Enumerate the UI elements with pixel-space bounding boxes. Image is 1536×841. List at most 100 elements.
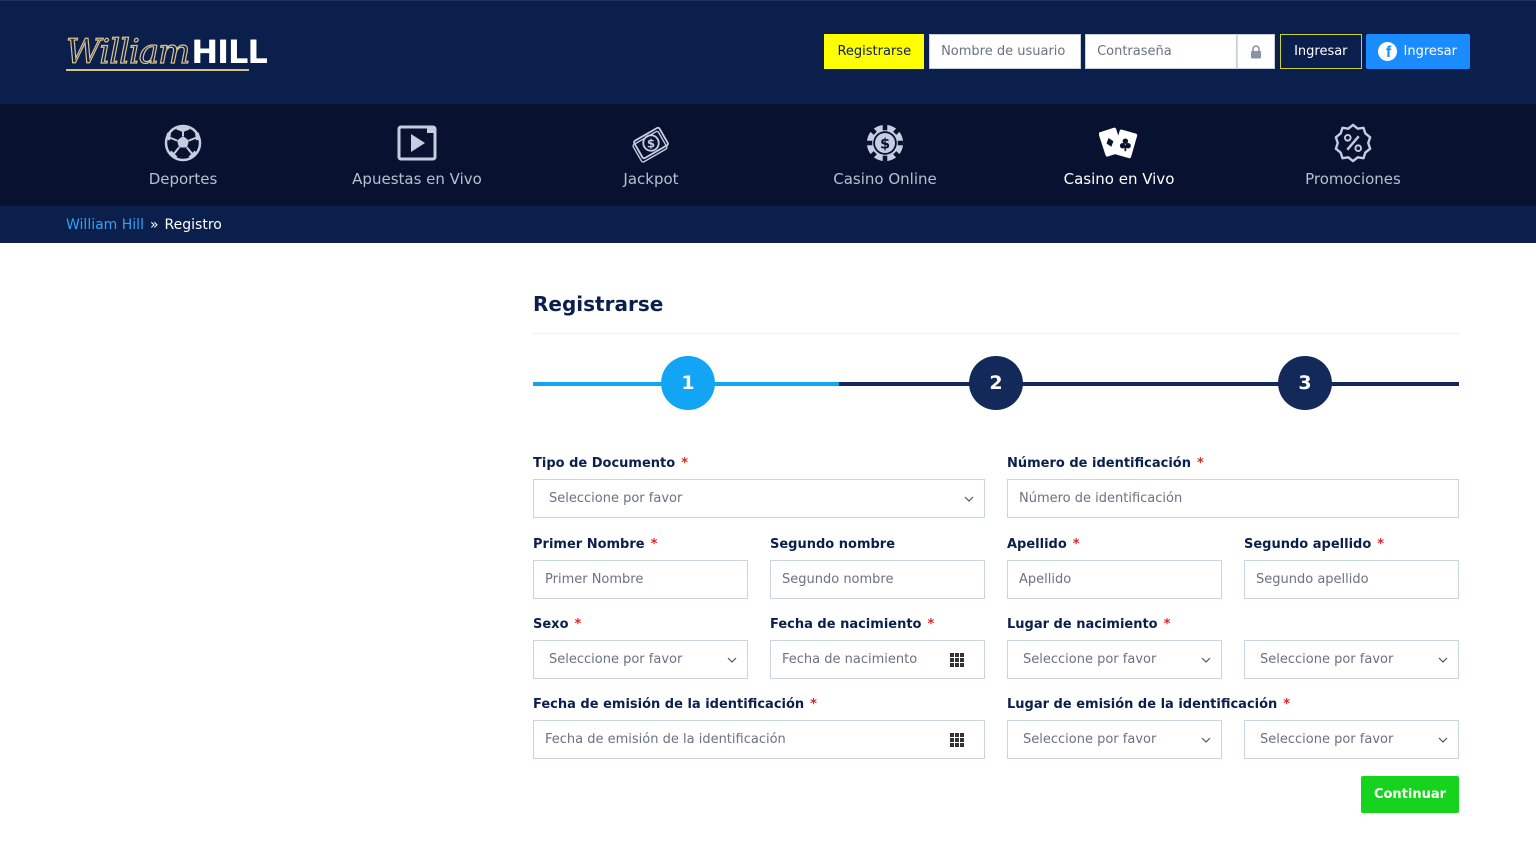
- required-mark: *: [681, 456, 688, 471]
- playing-cards-icon: [1099, 123, 1139, 163]
- chevron-down-icon: [964, 496, 974, 502]
- login-bar: Registrarse Ingresar f Ingresar: [824, 34, 1470, 69]
- password-lock-toggle[interactable]: [1237, 34, 1276, 69]
- numero-identificacion-input[interactable]: Número de identificación: [1007, 479, 1459, 518]
- label-text: Segundo apellido: [1244, 537, 1372, 552]
- nav-item-jackpot[interactable]: $ Jackpot: [534, 104, 768, 206]
- fecha-nacimiento-input[interactable]: Fecha de nacimiento: [770, 640, 985, 679]
- facebook-login-button[interactable]: f Ingresar: [1365, 34, 1470, 69]
- lock-icon: [1251, 44, 1262, 58]
- label-text: Segundo nombre: [770, 537, 896, 552]
- select-value: Seleccione por favor: [1260, 732, 1394, 747]
- continue-button[interactable]: Continuar: [1361, 776, 1459, 813]
- breadcrumb-current: Registro: [164, 216, 222, 233]
- soccer-ball-icon: [163, 123, 203, 163]
- login-button[interactable]: Ingresar: [1280, 34, 1362, 69]
- label-text: Primer Nombre: [533, 537, 645, 552]
- required-mark: *: [810, 697, 817, 712]
- label-apellido: Apellido *: [1007, 537, 1080, 552]
- required-mark: *: [1283, 697, 1291, 712]
- input-placeholder: Fecha de nacimiento: [782, 652, 918, 667]
- select-value: Seleccione por favor: [549, 652, 683, 667]
- breadcrumb-home-link[interactable]: William Hill: [66, 217, 144, 233]
- top-header: William HILL Registrarse Ingresar f Ingr…: [0, 0, 1536, 104]
- nav-label-promociones: Promociones: [1305, 170, 1401, 188]
- william-hill-logo[interactable]: William HILL: [65, 31, 267, 73]
- lugar-emision-select-2[interactable]: Seleccione por favor: [1244, 720, 1459, 759]
- nav-label-casino-online: Casino Online: [833, 170, 937, 188]
- required-mark: *: [1163, 617, 1171, 632]
- logo-bold-text: HILL: [191, 33, 267, 71]
- page-title: Registrarse: [533, 292, 664, 316]
- step-1: 1: [661, 356, 715, 410]
- segundo-apellido-input[interactable]: Segundo apellido: [1244, 560, 1459, 599]
- label-segundo-nombre: Segundo nombre: [770, 537, 895, 552]
- nav-item-deportes[interactable]: Deportes: [66, 104, 300, 206]
- label-lugar-emision: Lugar de emisión de la identificación *: [1007, 697, 1290, 712]
- input-placeholder: Número de identificación: [1019, 491, 1183, 506]
- nav-item-casino-en-vivo[interactable]: Casino en Vivo: [1002, 104, 1236, 206]
- select-value: Seleccione por favor: [1260, 652, 1394, 667]
- primer-nombre-input[interactable]: Primer Nombre: [533, 560, 748, 599]
- username-input[interactable]: [929, 34, 1082, 69]
- register-button[interactable]: Registrarse: [824, 34, 925, 69]
- label-text: Sexo: [533, 617, 569, 632]
- nav-label-casino-en-vivo: Casino en Vivo: [1063, 170, 1175, 188]
- facebook-login-label: Ingresar: [1403, 44, 1457, 59]
- password-input[interactable]: [1085, 34, 1238, 69]
- select-value: Seleccione por favor: [1023, 652, 1157, 667]
- label-text: Lugar de emisión de la identificación: [1007, 697, 1278, 712]
- required-mark: *: [1196, 456, 1204, 471]
- input-placeholder: Segundo apellido: [1256, 572, 1369, 587]
- label-segundo-apellido: Segundo apellido *: [1244, 537, 1384, 552]
- lugar-nacimiento-select[interactable]: Seleccione por favor: [1007, 640, 1222, 679]
- required-mark: *: [650, 537, 658, 552]
- nav-item-casino-online[interactable]: $ Casino Online: [768, 104, 1002, 206]
- step-2: 2: [969, 356, 1023, 410]
- nav-label-jackpot: Jackpot: [623, 170, 679, 188]
- label-text: Apellido: [1007, 537, 1067, 552]
- label-numero-identificacion: Número de identificación *: [1007, 456, 1204, 471]
- label-fecha-nacimiento: Fecha de nacimiento *: [770, 617, 934, 632]
- required-mark: *: [1072, 537, 1080, 552]
- svg-text:$: $: [647, 137, 655, 151]
- input-placeholder: Fecha de emisión de la identificación: [545, 732, 786, 747]
- input-placeholder: Apellido: [1019, 572, 1072, 587]
- segundo-nombre-input[interactable]: Segundo nombre: [770, 560, 985, 599]
- logo-underline: [66, 69, 249, 71]
- required-mark: *: [574, 617, 582, 632]
- chevron-down-icon: [1201, 737, 1211, 743]
- sexo-select[interactable]: Seleccione por favor: [533, 640, 748, 679]
- input-placeholder: Primer Nombre: [545, 572, 644, 587]
- lugar-emision-select[interactable]: Seleccione por favor: [1007, 720, 1222, 759]
- calendar-icon[interactable]: [950, 732, 964, 747]
- lugar-nacimiento-select-2[interactable]: Seleccione por favor: [1244, 640, 1459, 679]
- nav-label-apuestas-en-vivo: Apuestas en Vivo: [352, 170, 482, 188]
- required-mark: *: [1377, 537, 1385, 552]
- breadcrumb-separator: »: [149, 216, 159, 233]
- tipo-documento-select[interactable]: Seleccione por favor: [533, 479, 985, 518]
- label-text: Número de identificación: [1007, 456, 1191, 471]
- step-progress: 1 2 3: [533, 356, 1459, 410]
- money-icon: $: [631, 123, 671, 163]
- label-fecha-emision: Fecha de emisión de la identificación *: [533, 697, 817, 712]
- label-text: Fecha de emisión de la identificación: [533, 697, 805, 712]
- label-lugar-nacimiento: Lugar de nacimiento *: [1007, 617, 1170, 632]
- calendar-icon[interactable]: [950, 652, 964, 667]
- logo-script-text: William: [65, 31, 191, 72]
- nav-item-promociones[interactable]: Promociones: [1236, 104, 1470, 206]
- chevron-down-icon: [1438, 737, 1448, 743]
- input-placeholder: Segundo nombre: [782, 572, 894, 587]
- title-divider: [533, 333, 1459, 334]
- nav-item-apuestas-en-vivo[interactable]: Apuestas en Vivo: [300, 104, 534, 206]
- label-text: Tipo de Documento: [533, 456, 676, 471]
- step-3: 3: [1278, 356, 1332, 410]
- nav-label-deportes: Deportes: [148, 170, 218, 188]
- apellido-input[interactable]: Apellido: [1007, 560, 1222, 599]
- chevron-down-icon: [1201, 657, 1211, 663]
- facebook-icon: f: [1377, 42, 1397, 61]
- label-tipo-documento: Tipo de Documento *: [533, 456, 688, 471]
- svg-text:$: $: [880, 136, 890, 152]
- play-icon: [397, 123, 437, 163]
- fecha-emision-input[interactable]: Fecha de emisión de la identificación: [533, 720, 985, 759]
